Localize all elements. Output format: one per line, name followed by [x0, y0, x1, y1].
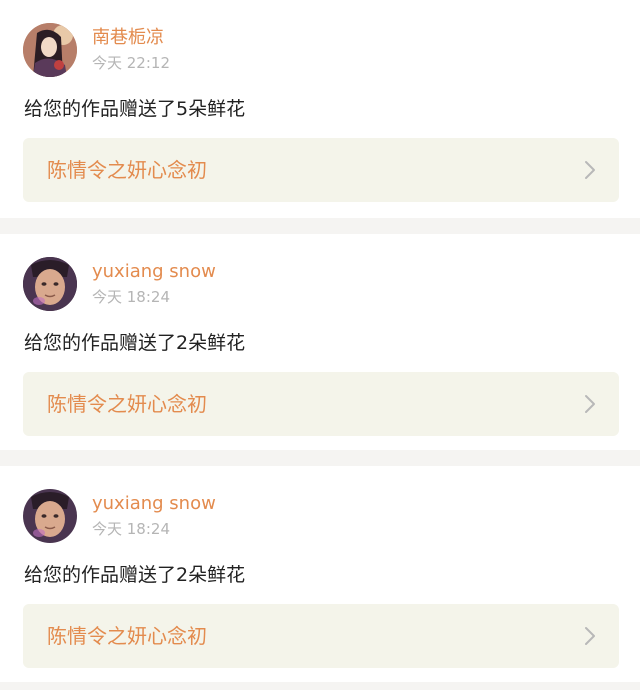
chevron-right-icon: [585, 627, 595, 645]
chevron-right-icon: [585, 161, 595, 179]
notification-feed: 南巷栀凉 今天 22:12 给您的作品赠送了5朵鲜花 陈情令之妍心念初 yuxi…: [0, 0, 640, 682]
work-title: 陈情令之妍心念初: [47, 624, 207, 648]
avatar-person-image: [23, 489, 77, 543]
username[interactable]: 南巷栀凉: [92, 26, 164, 50]
avatar[interactable]: [23, 23, 77, 77]
gift-message: 给您的作品赠送了2朵鲜花: [24, 564, 246, 586]
work-link[interactable]: 陈情令之妍心念初: [23, 138, 619, 202]
timestamp: 今天 18:24: [92, 288, 170, 306]
notification-card: yuxiang snow 今天 18:24 给您的作品赠送了2朵鲜花 陈情令之妍…: [0, 466, 640, 682]
work-link[interactable]: 陈情令之妍心念初: [23, 604, 619, 668]
avatar-anime-image: [23, 23, 77, 77]
chevron-right-icon: [585, 395, 595, 413]
gift-message: 给您的作品赠送了2朵鲜花: [24, 332, 246, 354]
username[interactable]: yuxiang snow: [92, 492, 216, 516]
timestamp: 今天 18:24: [92, 520, 170, 538]
avatar-person-image: [23, 257, 77, 311]
gift-message: 给您的作品赠送了5朵鲜花: [24, 98, 246, 120]
work-title: 陈情令之妍心念初: [47, 158, 207, 182]
notification-card: yuxiang snow 今天 18:24 给您的作品赠送了2朵鲜花 陈情令之妍…: [0, 234, 640, 450]
work-link[interactable]: 陈情令之妍心念初: [23, 372, 619, 436]
timestamp: 今天 22:12: [92, 54, 170, 72]
username[interactable]: yuxiang snow: [92, 260, 216, 284]
notification-card: 南巷栀凉 今天 22:12 给您的作品赠送了5朵鲜花 陈情令之妍心念初: [0, 0, 640, 218]
avatar[interactable]: [23, 257, 77, 311]
avatar[interactable]: [23, 489, 77, 543]
work-title: 陈情令之妍心念初: [47, 392, 207, 416]
